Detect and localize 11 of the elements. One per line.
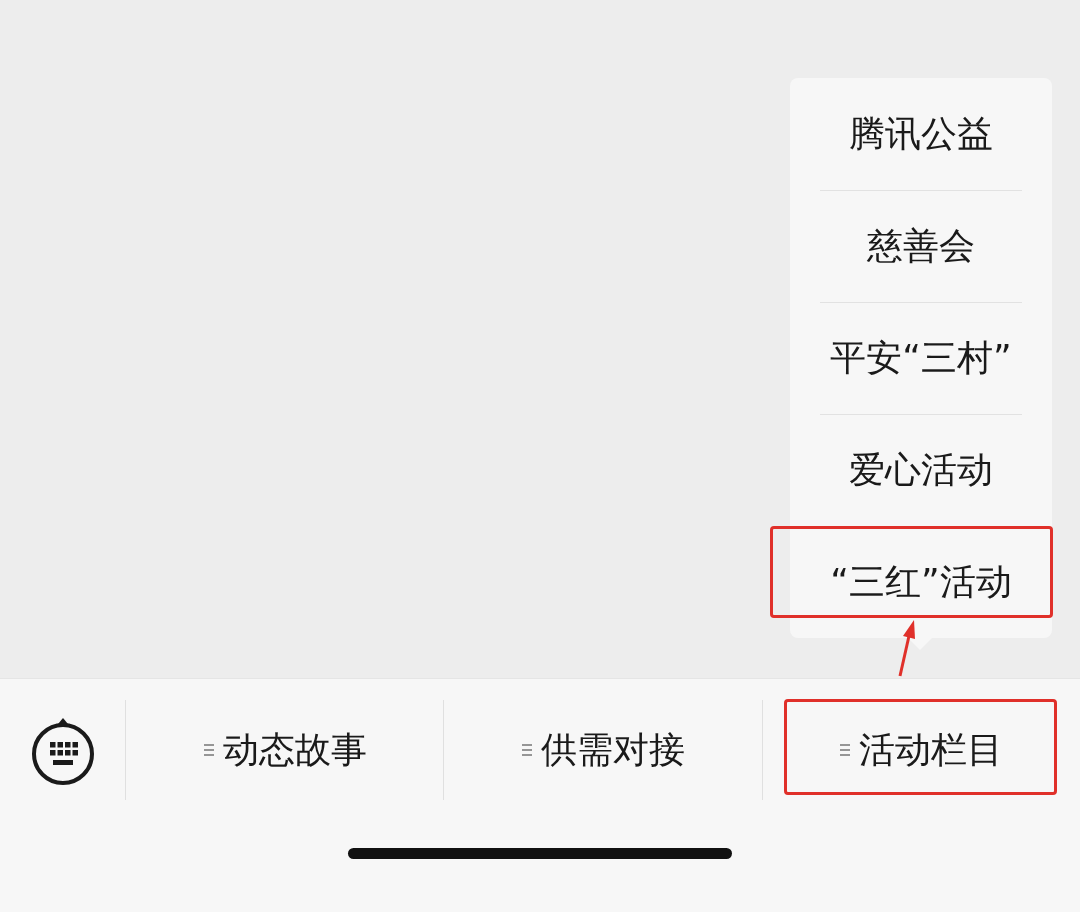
menu-tab[interactable]: 供需对接 [444, 722, 762, 777]
submenu-item[interactable]: 慈善会 [863, 219, 979, 273]
menu-icon [521, 742, 533, 757]
menu-icon [202, 742, 215, 757]
submenu-item[interactable]: 爱心活动 [845, 443, 997, 497]
submenu-item[interactable]: “三红”活动 [826, 555, 1016, 609]
menu-tab[interactable]: 动态故事 [126, 722, 444, 777]
menu-tab[interactable]: 活动栏目 [762, 722, 1080, 777]
submenu-item[interactable]: 平安“三村” [826, 331, 1016, 385]
menu-icon [839, 742, 852, 757]
submenu-item[interactable]: 腾讯公益 [845, 107, 997, 161]
